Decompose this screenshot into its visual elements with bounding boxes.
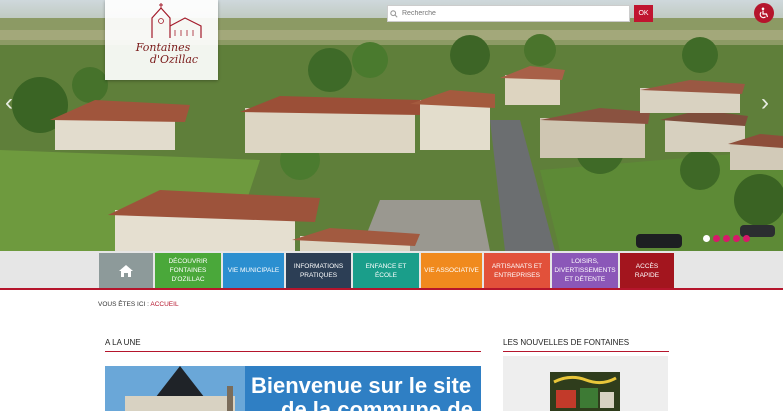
nav-item-label: VIE ASSOCIATIVE xyxy=(424,267,479,274)
search-submit-button[interactable]: OK xyxy=(634,5,653,22)
wheelchair-icon xyxy=(759,7,769,19)
banner-text: Bienvenue sur le site de la commune de xyxy=(251,374,473,411)
breadcrumb-current[interactable]: ACCUEIL xyxy=(150,301,178,308)
section-title-une: A LA UNE xyxy=(105,338,141,347)
nav-item[interactable]: LOISIRS, DIVERTISSEMENTS ET DÉTENTE xyxy=(552,253,618,288)
accessibility-button[interactable] xyxy=(754,3,774,23)
nav-item-label: ARTISANATS ET ENTREPRISES xyxy=(491,262,543,279)
breadcrumb-prefix: VOUS ÊTES ICI : xyxy=(98,301,149,308)
home-icon xyxy=(119,264,133,277)
slider-dot[interactable] xyxy=(743,235,750,242)
nav-item-label: VIE MUNICIPALE xyxy=(227,267,280,274)
slider-dot[interactable] xyxy=(703,235,710,242)
slider-dot[interactable] xyxy=(733,235,740,242)
page: Fontaines d'Ozillac OK ‹ › DÉCOUVRIR FON… xyxy=(0,0,783,411)
newsletter-cover[interactable] xyxy=(550,372,620,411)
logo-church-icon xyxy=(151,3,202,38)
nav-item[interactable]: ENFANCE ET ÉCOLE xyxy=(353,253,419,288)
nav-item[interactable]: DÉCOUVRIR FONTAINES D'OZILLAC xyxy=(155,253,221,288)
section-divider xyxy=(105,351,481,352)
logo-text: Fontaines d'Ozillac xyxy=(113,42,213,66)
search-form: OK xyxy=(387,5,653,22)
nav-item-label: ACCÈS RAPIDE xyxy=(634,262,660,279)
nav-item[interactable]: ARTISANATS ET ENTREPRISES xyxy=(484,253,550,288)
nav-item-label: LOISIRS, DIVERTISSEMENTS ET DÉTENTE xyxy=(554,258,616,283)
main-nav: DÉCOUVRIR FONTAINES D'OZILLAC VIE MUNICIP… xyxy=(0,251,783,290)
nav-item[interactable]: ACCÈS RAPIDE xyxy=(620,253,674,288)
nav-item[interactable]: VIE ASSOCIATIVE xyxy=(421,253,482,288)
main-nav-items: DÉCOUVRIR FONTAINES D'OZILLAC VIE MUNICIP… xyxy=(99,253,674,288)
nav-item-label: ENFANCE ET ÉCOLE xyxy=(365,262,407,279)
banner-line1: Bienvenue sur le site xyxy=(251,373,472,398)
site-logo[interactable]: Fontaines d'Ozillac xyxy=(105,0,218,80)
slider-dot[interactable] xyxy=(713,235,720,242)
breadcrumb: VOUS ÊTES ICI : ACCUEIL xyxy=(98,301,179,308)
slider-next-icon[interactable]: › xyxy=(758,91,772,115)
banner-line2: de la commune de xyxy=(281,397,473,411)
slider-dot[interactable] xyxy=(723,235,730,242)
nav-item[interactable]: INFORMATIONS PRATIQUES xyxy=(286,253,351,288)
logo-line2: d'Ozillac xyxy=(149,53,199,66)
hero-slider: Fontaines d'Ozillac OK ‹ › xyxy=(0,0,783,251)
slider-dots xyxy=(703,235,750,242)
newsletter-cover-image xyxy=(550,372,620,411)
slider-prev-icon[interactable]: ‹ xyxy=(2,91,16,115)
nav-item-label: INFORMATIONS PRATIQUES xyxy=(293,262,344,279)
section-divider xyxy=(503,351,669,352)
section-title-news: LES NOUVELLES DE FONTAINES xyxy=(503,338,630,347)
nav-home-button[interactable] xyxy=(99,253,153,288)
nav-item-label: DÉCOUVRIR FONTAINES D'OZILLAC xyxy=(168,258,208,283)
news-panel xyxy=(503,356,668,411)
featured-banner[interactable]: Bienvenue sur le site de la commune de xyxy=(105,366,481,411)
nav-item[interactable]: VIE MUNICIPALE xyxy=(223,253,284,288)
